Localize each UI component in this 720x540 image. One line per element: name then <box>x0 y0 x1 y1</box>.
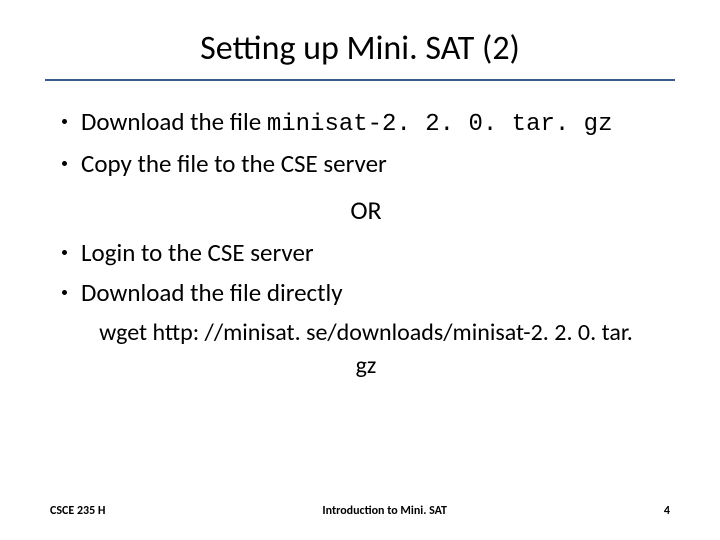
footer-page-number: 4 <box>664 504 670 518</box>
command-line: wget http: //minisat. se/downloads/minis… <box>62 317 670 382</box>
bullet-item: Copy the file to the CSE server <box>62 147 670 183</box>
slide-title: Setting up Mini. SAT (2) <box>50 28 670 79</box>
slide-container: Setting up Mini. SAT (2) Download the fi… <box>0 0 720 540</box>
bullet-item: Download the file minisat-2. 2. 0. tar. … <box>62 105 670 141</box>
bullet-text: Login to the CSE server <box>81 236 670 270</box>
or-separator: OR <box>62 194 670 226</box>
footer: CSCE 235 H Introduction to Mini. SAT 4 <box>0 504 720 518</box>
bullet-prefix: Download the file <box>81 106 267 137</box>
footer-title: Introduction to Mini. SAT <box>105 504 663 518</box>
content-area: Download the file minisat-2. 2. 0. tar. … <box>50 105 670 382</box>
bullet-icon <box>62 290 67 295</box>
bullet-text: Download the file minisat-2. 2. 0. tar. … <box>81 105 670 141</box>
bullet-icon <box>62 250 67 255</box>
bullet-text: Download the file directly <box>81 276 670 310</box>
bullet-item: Download the file directly <box>62 276 670 310</box>
title-underline <box>45 79 675 81</box>
bullet-prefix: Copy the file to the CSE server <box>81 148 387 179</box>
bullet-item: Login to the CSE server <box>62 236 670 270</box>
bullet-text: Copy the file to the CSE server <box>81 147 670 183</box>
bullet-icon <box>62 161 67 166</box>
footer-course: CSCE 235 H <box>50 504 105 518</box>
bullet-code: minisat-2. 2. 0. tar. gz <box>267 111 613 138</box>
bullet-icon <box>62 119 67 124</box>
